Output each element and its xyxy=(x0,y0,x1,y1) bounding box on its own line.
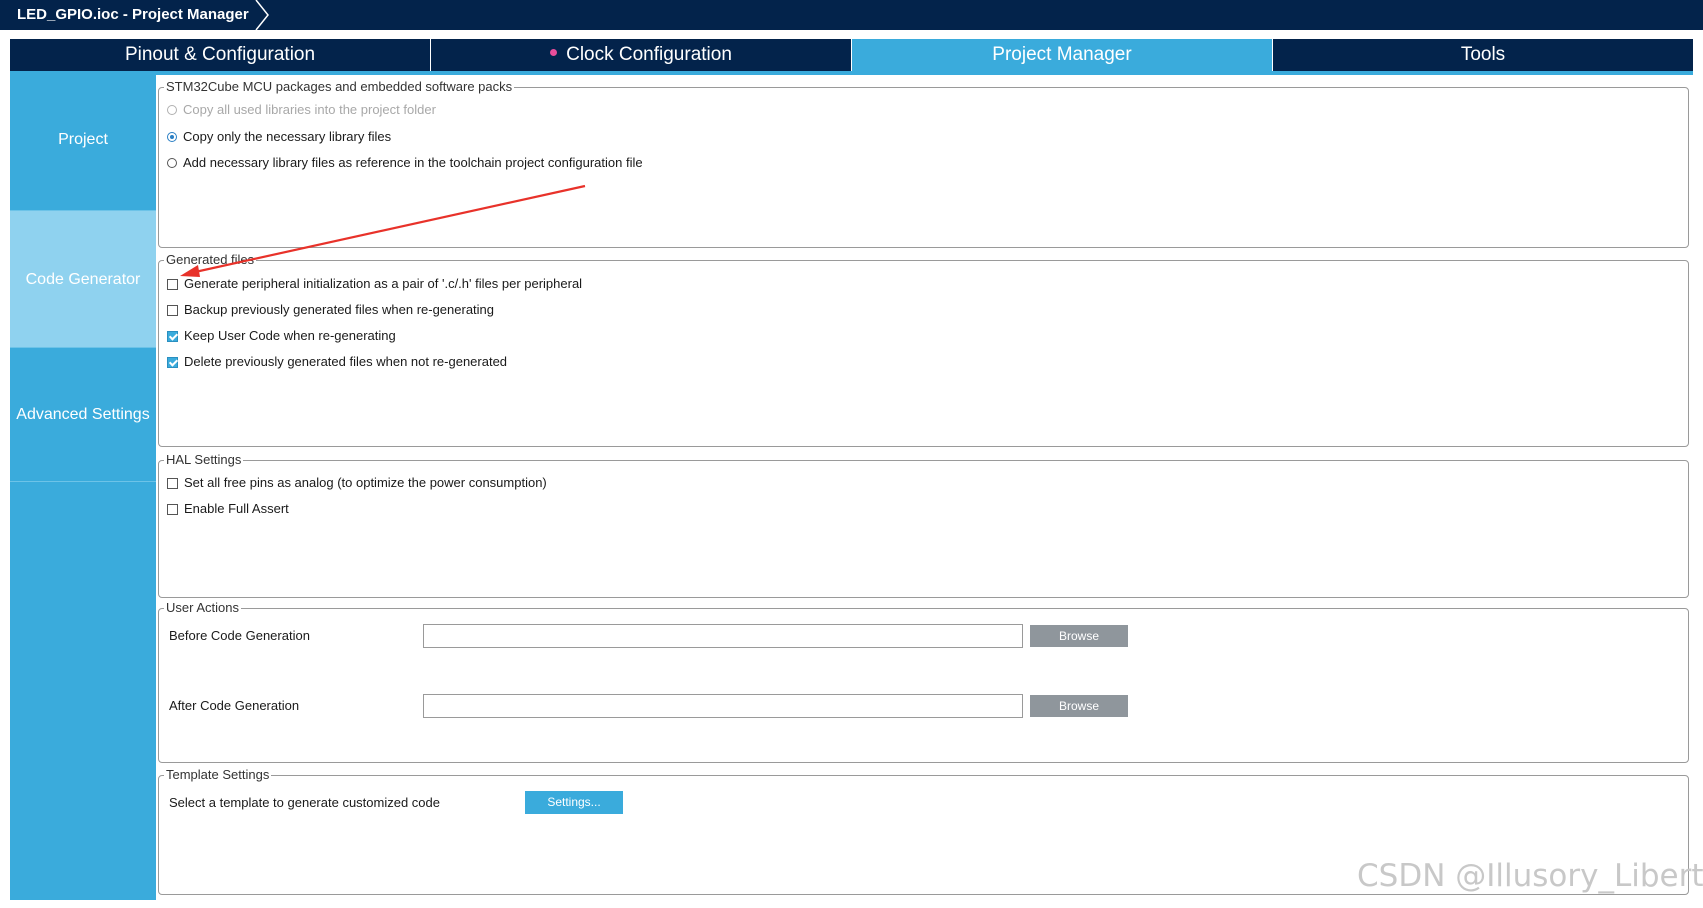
radio-button[interactable] xyxy=(167,158,177,168)
option-label: Enable Full Assert xyxy=(184,501,289,516)
tab-label: Pinout & Configuration xyxy=(124,44,316,65)
option-label: Add necessary library files as reference… xyxy=(183,155,643,170)
sidebar-item-code-generator[interactable]: Code Generator xyxy=(10,211,156,348)
watermark: CSDN @Illusory_Liberty xyxy=(1357,858,1703,894)
checkbox-backup-generated-files[interactable]: Backup previously generated files when r… xyxy=(167,302,494,318)
title-bar: LED_GPIO.ioc - Project Manager xyxy=(0,0,1703,30)
radio-add-as-reference[interactable]: Add necessary library files as reference… xyxy=(167,155,643,171)
template-settings-button[interactable]: Settings... xyxy=(525,791,623,814)
radio-button[interactable] xyxy=(167,105,177,115)
option-label: Set all free pins as analog (to optimize… xyxy=(184,475,547,490)
group-title: Template Settings xyxy=(164,767,272,783)
template-settings-label: Select a template to generate customized… xyxy=(169,795,440,810)
checkbox[interactable] xyxy=(167,278,178,290)
browse-after-button[interactable]: Browse xyxy=(1030,695,1128,717)
option-label: Copy all used libraries into the project… xyxy=(183,102,436,117)
tab-project-manager[interactable]: Project Manager xyxy=(852,39,1273,71)
tab-clock-configuration[interactable]: Clock Configuration xyxy=(431,39,852,71)
before-code-generation-label: Before Code Generation xyxy=(169,628,310,643)
after-code-generation-input[interactable] xyxy=(423,694,1023,718)
checkbox[interactable] xyxy=(167,356,178,368)
checkbox[interactable] xyxy=(167,304,178,316)
checkbox-enable-full-assert[interactable]: Enable Full Assert xyxy=(167,501,289,517)
tab-label: Tools xyxy=(1460,44,1506,65)
sidebar-item-project[interactable]: Project xyxy=(10,75,156,211)
user-actions-group: User Actions Before Code Generation Brow… xyxy=(158,600,1689,763)
checkbox-free-pins-analog[interactable]: Set all free pins as analog (to optimize… xyxy=(167,475,547,491)
main-tabs: Pinout & Configuration Clock Configurati… xyxy=(10,39,1693,71)
warning-dot-icon xyxy=(550,49,558,57)
code-generator-panel: STM32Cube MCU packages and embedded soft… xyxy=(156,75,1693,900)
group-title: Generated files xyxy=(164,252,257,268)
group-title: STM32Cube MCU packages and embedded soft… xyxy=(164,79,515,95)
after-code-generation-label: After Code Generation xyxy=(169,698,300,713)
checkbox-generate-peripheral-pair[interactable]: Generate peripheral initialization as a … xyxy=(167,276,582,292)
browse-before-button[interactable]: Browse xyxy=(1030,625,1128,647)
breadcrumb[interactable]: LED_GPIO.ioc - Project Manager xyxy=(0,0,261,30)
sidebar-item-label: Advanced Settings xyxy=(16,406,150,423)
checkbox[interactable] xyxy=(167,477,178,489)
group-title: User Actions xyxy=(164,600,241,616)
tab-tools[interactable]: Tools xyxy=(1273,39,1693,71)
option-label: Backup previously generated files when r… xyxy=(184,302,495,317)
radio-copy-necessary-files[interactable]: Copy only the necessary library files xyxy=(167,129,391,145)
checkbox-keep-user-code[interactable]: Keep User Code when re-generating xyxy=(167,328,396,344)
sidebar-item-label: Code Generator xyxy=(25,271,141,288)
tab-pinout-configuration[interactable]: Pinout & Configuration xyxy=(10,39,431,71)
radio-copy-all-libraries[interactable]: Copy all used libraries into the project… xyxy=(167,102,436,118)
option-label: Delete previously generated files when n… xyxy=(184,354,508,369)
sidebar: Project Code Generator Advanced Settings xyxy=(10,75,156,900)
generated-files-group: Generated files Generate peripheral init… xyxy=(158,252,1689,447)
group-title: HAL Settings xyxy=(164,452,244,468)
checkbox-delete-previous-files[interactable]: Delete previously generated files when n… xyxy=(167,354,507,370)
before-code-generation-input[interactable] xyxy=(423,624,1023,648)
tab-label: Project Manager xyxy=(992,44,1132,65)
radio-button[interactable] xyxy=(167,132,177,142)
sidebar-item-label: Project xyxy=(58,131,108,148)
checkbox[interactable] xyxy=(167,503,178,515)
packages-group: STM32Cube MCU packages and embedded soft… xyxy=(158,79,1689,248)
option-label: Generate peripheral initialization as a … xyxy=(184,276,583,291)
sidebar-item-advanced-settings[interactable]: Advanced Settings xyxy=(10,348,156,482)
breadcrumb-chevron-icon xyxy=(255,0,269,30)
tab-label: Clock Configuration xyxy=(566,44,732,65)
hal-settings-group: HAL Settings Set all free pins as analog… xyxy=(158,452,1689,598)
checkbox[interactable] xyxy=(167,330,178,342)
option-label: Copy only the necessary library files xyxy=(183,129,392,144)
option-label: Keep User Code when re-generating xyxy=(184,328,396,343)
